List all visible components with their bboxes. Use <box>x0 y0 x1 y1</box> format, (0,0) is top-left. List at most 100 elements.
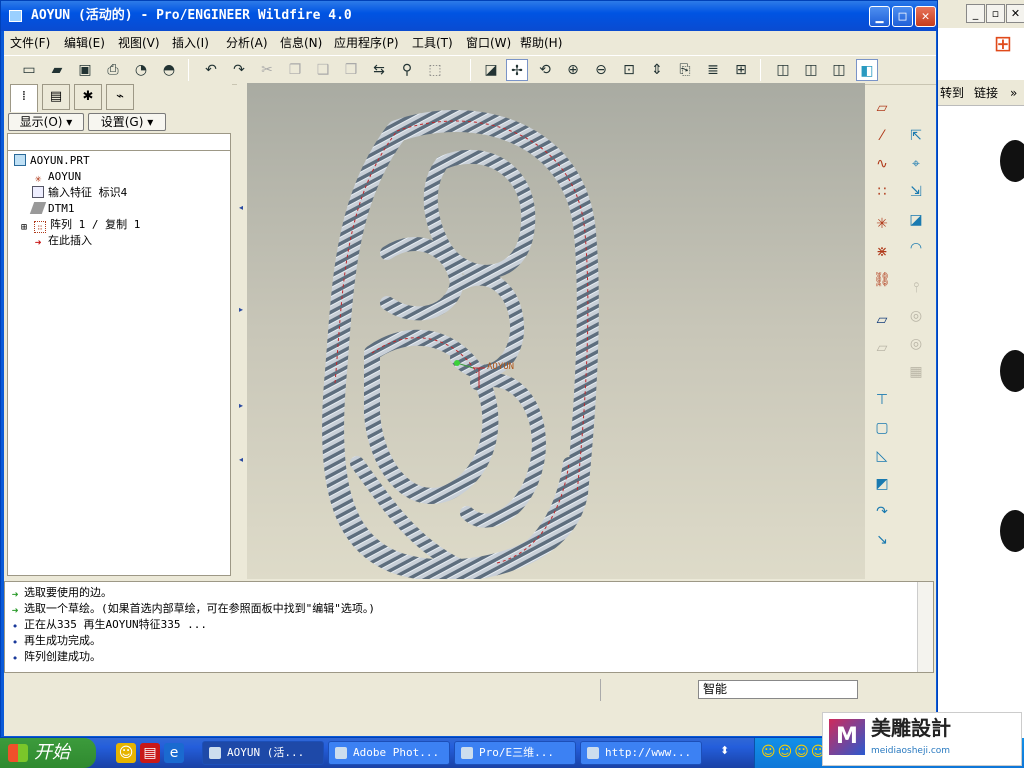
expand-icon[interactable]: ⊞ <box>18 222 30 234</box>
rib-icon[interactable]: ⇲ <box>905 181 927 203</box>
ie-icon[interactable]: e <box>164 743 184 763</box>
hole-icon[interactable]: ⇱ <box>905 125 927 147</box>
tree-item-pattern[interactable]: ⊞ ∷ 阵列 1 / 复制 1 <box>18 217 140 233</box>
coordinate-system-tool-icon[interactable]: ✳ <box>871 213 893 235</box>
zoom-out-icon[interactable]: ⊖ <box>590 59 612 81</box>
menu-help[interactable]: 帮助(H) <box>520 34 562 51</box>
regenerate-icon[interactable]: ⇆ <box>368 59 390 81</box>
undo-icon[interactable]: ↶ <box>200 59 222 81</box>
refit-icon[interactable]: ⊡ <box>618 59 640 81</box>
select-box-icon[interactable]: ⬚ <box>424 59 446 81</box>
panel-splitter[interactable]: ◂ ▸ ▸ ◂ <box>237 83 247 579</box>
open-icon[interactable]: ▰ <box>46 59 68 81</box>
merge-icon[interactable]: ⫯ <box>905 277 927 299</box>
minimize-button[interactable]: ▁ <box>869 6 890 27</box>
task-browser[interactable]: http://www... <box>580 741 702 765</box>
menu-info[interactable]: 信息(N) <box>280 34 322 51</box>
browser-minimize-button[interactable]: _ <box>966 4 985 23</box>
task-proe-aoyun[interactable]: AOYUN (活... <box>202 741 324 765</box>
tab-folder-browser[interactable]: ▤ <box>42 84 70 110</box>
datum-plane-tool-icon[interactable]: ⏥ <box>871 97 893 119</box>
redo-icon[interactable]: ↷ <box>228 59 250 81</box>
menu-insert[interactable]: 插入(I) <box>172 34 209 51</box>
selection-filter-select[interactable]: 智能 <box>698 680 858 699</box>
task-photoshop[interactable]: Adobe Phot... <box>328 741 450 765</box>
sketch-disabled-icon[interactable]: ▱ <box>871 337 893 359</box>
collapse-left-icon[interactable]: ◂ <box>239 203 245 215</box>
pattern-tool-icon[interactable]: ◎ <box>905 333 927 355</box>
sweep-icon[interactable]: ◺ <box>871 445 893 467</box>
expand-right-icon[interactable]: ▸ <box>239 305 245 317</box>
repaint-icon[interactable]: ◪ <box>480 59 502 81</box>
orient-icon[interactable]: ⟲ <box>534 59 556 81</box>
browser-close-button[interactable]: ✕ <box>1006 4 1024 23</box>
shading-icon[interactable]: ◧ <box>856 59 878 81</box>
find-icon[interactable]: ⚲ <box>396 59 418 81</box>
tree-item-import-feature[interactable]: 输入特征 标识4 <box>32 185 127 201</box>
links-more-chevron-icon[interactable]: » <box>1010 80 1017 106</box>
menu-applications[interactable]: 应用程序(P) <box>334 34 399 51</box>
print-icon[interactable]: ⎙ <box>102 59 124 81</box>
zoom-in-icon[interactable]: ⊕ <box>562 59 584 81</box>
task-proe-3d[interactable]: Pro/E三维... <box>454 741 576 765</box>
analysis-feature-icon[interactable]: ⋇ <box>871 241 893 263</box>
qq-icon[interactable]: ☺ <box>116 743 136 763</box>
menu-edit[interactable]: 编辑(E) <box>64 34 105 51</box>
wireframe-icon[interactable]: ◫ <box>772 59 794 81</box>
blend-icon[interactable]: ◩ <box>871 473 893 495</box>
shell-icon[interactable]: ⌖ <box>905 153 927 175</box>
tree-item-insert-here[interactable]: ➜ 在此插入 <box>32 233 92 249</box>
draft-icon[interactable]: ◪ <box>905 209 927 231</box>
menu-tools[interactable]: 工具(T) <box>412 34 453 51</box>
datum-curve-tool-icon[interactable]: ∿ <box>871 153 893 175</box>
datum-point-tool-icon[interactable]: ∷ <box>871 181 893 203</box>
view-manager-icon[interactable]: ⎘ <box>674 59 696 81</box>
tree-item-dtm1[interactable]: DTM1 <box>29 201 75 217</box>
mail-icon[interactable]: ◓ <box>158 59 180 81</box>
chamfer-icon[interactable]: ↘ <box>871 529 893 551</box>
close-button[interactable]: ✕ <box>915 6 936 27</box>
sketch-icon[interactable]: ▱ <box>871 309 893 331</box>
sketch-tool-icon[interactable]: ⛓ <box>871 269 893 291</box>
tree-item-part[interactable]: AOYUN.PRT <box>14 153 90 169</box>
datum-axis-tool-icon[interactable]: ⁄ <box>871 125 893 147</box>
menu-window[interactable]: 窗口(W) <box>466 34 511 51</box>
mirror-icon[interactable]: ◠ <box>905 237 927 259</box>
graphics-window[interactable]: AOYUN <box>247 83 865 579</box>
save-icon[interactable]: ▣ <box>74 59 96 81</box>
browser-restore-button[interactable]: ▫ <box>986 4 1005 23</box>
paste-icon[interactable]: ❑ <box>312 59 334 81</box>
trim-icon[interactable]: ◎ <box>905 305 927 327</box>
menu-analysis[interactable]: 分析(A) <box>226 34 268 51</box>
window-titlebar[interactable]: AOYUN (活动的) - Pro/ENGINEER Wildfire 4.0 … <box>1 1 937 31</box>
round-icon[interactable]: ↷ <box>871 501 893 523</box>
reorient-icon[interactable]: ⇕ <box>646 59 668 81</box>
cut-icon[interactable]: ✂ <box>256 59 278 81</box>
layers-icon[interactable]: ≣ <box>702 59 724 81</box>
goto-link[interactable]: 转到 <box>940 80 964 106</box>
paste-special-icon[interactable]: ❒ <box>340 59 362 81</box>
new-icon[interactable]: ▭ <box>18 59 40 81</box>
copy-icon[interactable]: ❐ <box>284 59 306 81</box>
message-scrollbar[interactable] <box>917 582 933 672</box>
settings-dropdown[interactable]: 设置(G) ▾ <box>88 113 166 131</box>
spin-center-icon[interactable]: ✢ <box>506 59 528 81</box>
model-view[interactable]: AOYUN <box>247 83 865 579</box>
menu-file[interactable]: 文件(F) <box>10 34 50 51</box>
tree-item-csys[interactable]: ✳ AOYUN <box>32 169 81 185</box>
tab-model-tree[interactable]: ⁞ <box>10 84 38 112</box>
start-button[interactable]: 开始 <box>0 738 96 768</box>
display-dropdown[interactable]: 显示(O) ▾ <box>8 113 84 131</box>
links-label[interactable]: 链接 <box>974 80 998 106</box>
tab-favorites[interactable]: ✱ <box>74 84 102 110</box>
send-icon[interactable]: ◔ <box>130 59 152 81</box>
expand-right-icon[interactable]: ▸ <box>239 401 245 413</box>
tab-connections[interactable]: ⌁ <box>106 84 134 110</box>
no-hidden-icon[interactable]: ◫ <box>828 59 850 81</box>
maximize-button[interactable]: □ <box>892 6 913 27</box>
hidden-line-icon[interactable]: ◫ <box>800 59 822 81</box>
table-icon[interactable]: ▦ <box>905 361 927 383</box>
menu-view[interactable]: 视图(V) <box>118 34 160 51</box>
quicklaunch-red-icon[interactable]: ▤ <box>140 743 160 763</box>
taskbar-scroll-icon[interactable]: ⬍ <box>720 744 729 757</box>
